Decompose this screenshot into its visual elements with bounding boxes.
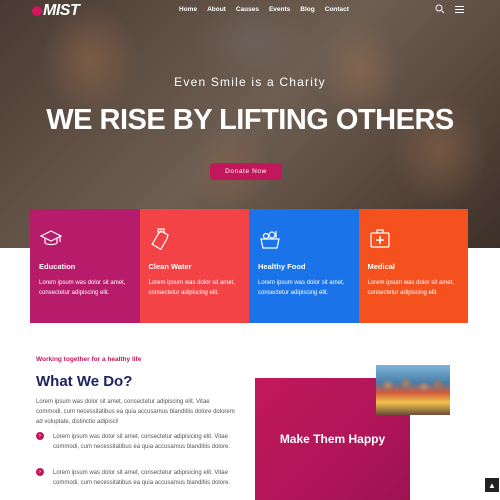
arrow-right-icon: › [36, 432, 44, 440]
cause-text: Lorem ipsum was dolor sit amet, consecte… [258, 280, 345, 296]
logo-mark-icon [32, 6, 42, 16]
section-intro: Lorem ipsum was dolor sit amet, consecte… [36, 399, 235, 425]
nav-item-home[interactable]: Home [179, 6, 197, 13]
promo-title: Make Them Happy [279, 432, 386, 446]
cause-cards: Education Lorem ipsum was dolor sit amet… [30, 209, 468, 323]
logo[interactable]: MIST [32, 2, 80, 20]
cause-card-medical[interactable]: Medical Lorem ipsum was dolor sit amet, … [358, 209, 468, 323]
top-navigation: MIST Home About Causes Events Blog Conta… [0, 0, 500, 22]
graduation-cap-icon [39, 230, 63, 246]
cause-title: Clean Water [148, 262, 192, 271]
cause-title: Medical [367, 262, 396, 271]
cause-card-clean-water[interactable]: Clean Water Lorem ipsum was dolor sit am… [139, 209, 249, 323]
medical-kit-icon [369, 229, 390, 248]
list-item-text: Lorem ipsum was dolor sit amet, consecte… [53, 470, 231, 486]
list-item-text: Lorem ipsum was dolor sit amet, consecte… [53, 434, 231, 450]
donate-button[interactable]: Donate Now [210, 163, 282, 180]
hero-title: WE RISE BY LIFTING OTHERS [46, 104, 454, 136]
cause-text: Lorem ipsum was dolor sit amet, consecte… [39, 280, 126, 296]
nav-item-events[interactable]: Events [269, 6, 290, 13]
nav-item-contact[interactable]: Contact [325, 6, 349, 13]
children-photo [376, 365, 450, 415]
nav-item-about[interactable]: About [207, 6, 226, 13]
hero-subtitle: Even Smile is a Charity [174, 75, 326, 89]
cause-title: Education [39, 262, 76, 271]
arrow-right-icon: › [36, 468, 44, 476]
chevron-up-icon: ▲ [488, 480, 496, 490]
cause-card-healthy-food[interactable]: Healthy Food Lorem ipsum was dolor sit a… [249, 209, 359, 323]
cause-text: Lorem ipsum was dolor sit amet, consecte… [148, 280, 235, 296]
cause-text: Lorem ipsum was dolor sit amet, consecte… [367, 280, 454, 296]
scroll-to-top-button[interactable]: ▲ [485, 478, 499, 492]
section-title: What We Do? [36, 373, 133, 390]
section-kicker: Working together for a healthy life [36, 356, 142, 363]
nav-links: Home About Causes Events Blog Contact [179, 6, 359, 13]
search-icon[interactable] [435, 4, 445, 14]
menu-icon[interactable] [455, 6, 464, 15]
nav-item-blog[interactable]: Blog [300, 6, 314, 13]
cause-title: Healthy Food [258, 262, 306, 271]
nav-item-causes[interactable]: Causes [236, 6, 259, 13]
cause-card-education[interactable]: Education Lorem ipsum was dolor sit amet… [30, 209, 140, 323]
food-basket-icon [260, 231, 280, 249]
logo-text: MIST [43, 2, 80, 19]
water-bottle-icon [150, 228, 169, 251]
